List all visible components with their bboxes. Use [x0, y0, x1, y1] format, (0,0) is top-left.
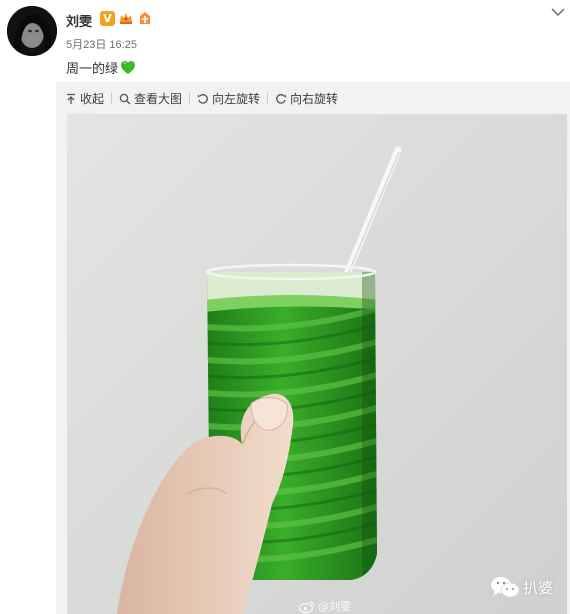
- photo-watermark: @刘雯: [299, 598, 351, 614]
- green-drink-photo: [67, 114, 567, 614]
- member-crown-icon[interactable]: [118, 10, 134, 26]
- collapse-icon: [67, 93, 75, 104]
- weibo-post: 刘雯 V 5月23日 16:25 周一的绿 收起 查看大图 向左旋转 向右旋转 …: [0, 0, 570, 614]
- rotate-right-icon: [276, 93, 287, 104]
- post-text: 周一的绿: [66, 58, 136, 77]
- rotate-right-button[interactable]: 向右旋转: [275, 90, 338, 107]
- toolbar-divider: [111, 93, 113, 104]
- user-badges: V: [100, 10, 153, 26]
- level-badge-icon[interactable]: [137, 10, 153, 26]
- weibo-logo-icon: [299, 600, 315, 613]
- rotate-left-label: 向左旋转: [212, 92, 261, 106]
- account-name: 扒婆: [523, 578, 554, 597]
- watermark-text: @刘雯: [318, 600, 351, 613]
- image-toolbar: 收起 查看大图 向左旋转 向右旋转: [65, 90, 338, 107]
- user-name[interactable]: 刘雯: [66, 11, 92, 30]
- account-overlay: 扒婆: [490, 576, 553, 598]
- toolbar-divider: [267, 93, 269, 104]
- rotate-right-label: 向右旋转: [290, 92, 339, 106]
- wechat-logo-icon: [491, 577, 520, 598]
- rotate-left-icon: [197, 93, 208, 104]
- post-time[interactable]: 5月23日 16:25: [66, 36, 137, 52]
- collapse-label: 收起: [80, 92, 105, 106]
- view-large-image-button[interactable]: 查看大图: [119, 90, 182, 107]
- view-large-image-label: 查看大图: [134, 92, 183, 106]
- verified-badge-icon[interactable]: V: [100, 10, 115, 26]
- avatar[interactable]: [7, 6, 57, 56]
- post-text-content: 周一的绿: [66, 62, 119, 77]
- post-header: 刘雯 V 5月23日 16:25 周一的绿: [0, 0, 570, 82]
- media-box: 收起 查看大图 向左旋转 向右旋转 @刘雯: [56, 82, 570, 614]
- collapse-button[interactable]: 收起: [65, 90, 104, 107]
- chevron-down-icon[interactable]: [550, 6, 566, 18]
- post-photo[interactable]: @刘雯: [67, 114, 567, 614]
- green-heart-icon: [121, 61, 136, 74]
- magnifier-icon: [119, 93, 131, 104]
- rotate-left-button[interactable]: 向左旋转: [197, 90, 260, 107]
- toolbar-divider: [189, 93, 191, 104]
